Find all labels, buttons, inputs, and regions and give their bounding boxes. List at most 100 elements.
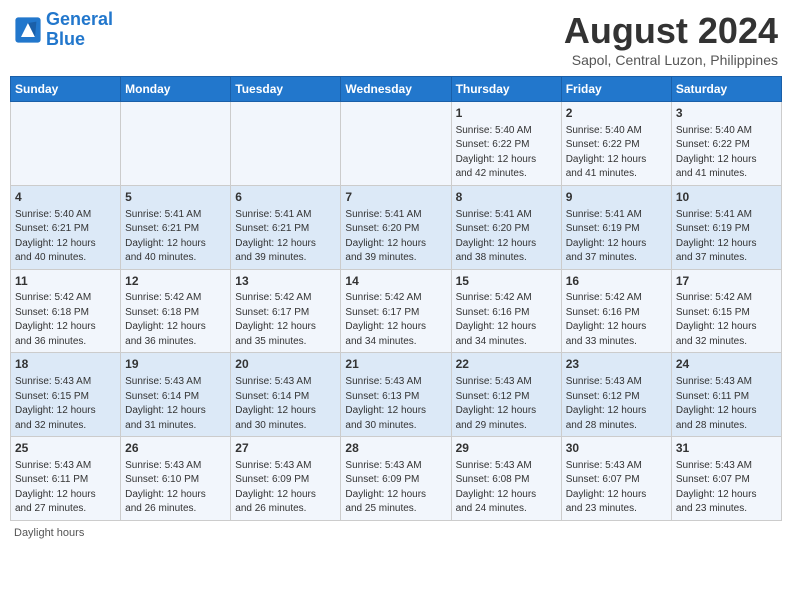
calendar-cell: 4 Sunrise: 5:40 AM Sunset: 6:21 PM Daylig… <box>11 185 121 269</box>
calendar-cell: 14Sunrise: 5:42 AM Sunset: 6:17 PM Dayli… <box>341 269 451 353</box>
day-number: 4 <box>15 189 116 206</box>
footer: Daylight hours <box>10 527 782 539</box>
calendar-cell <box>11 102 121 186</box>
main-title: August 2024 <box>564 10 778 52</box>
logo-line1: General <box>46 9 113 29</box>
day-number: 12 <box>125 273 226 290</box>
calendar-cell: 31 Sunrise: 5:43 AM Sunset: 6:07 PM Dayli… <box>671 437 781 521</box>
cell-content: Sunrise: 5:42 AM Sunset: 6:18 PM Dayligh… <box>15 291 116 349</box>
subtitle: Sapol, Central Luzon, Philippines <box>564 52 778 68</box>
cell-content: Sunrise: 5:41 AM Sunset: 6:20 PM Dayligh… <box>345 208 446 266</box>
calendar-cell: 16Sunrise: 5:42 AM Sunset: 6:16 PM Dayli… <box>561 269 671 353</box>
calendar-cell: 7 Sunrise: 5:41 AM Sunset: 6:20 PM Daylig… <box>341 185 451 269</box>
cell-content: Sunrise: 5:41 AM Sunset: 6:21 PM Dayligh… <box>235 208 336 266</box>
calendar-body: 1 Sunrise: 5:40 AM Sunset: 6:22 PM Daylig… <box>11 102 782 521</box>
calendar-cell <box>231 102 341 186</box>
calendar-cell: 10Sunrise: 5:41 AM Sunset: 6:19 PM Dayli… <box>671 185 781 269</box>
calendar-cell: 30 Sunrise: 5:43 AM Sunset: 6:07 PM Dayli… <box>561 437 671 521</box>
logo: General Blue <box>14 10 113 50</box>
calendar-week-1: 1 Sunrise: 5:40 AM Sunset: 6:22 PM Daylig… <box>11 102 782 186</box>
day-number: 29 <box>456 440 557 457</box>
day-number: 23 <box>566 356 667 373</box>
day-number: 17 <box>676 273 777 290</box>
day-number: 9 <box>566 189 667 206</box>
day-number: 24 <box>676 356 777 373</box>
calendar-week-5: 25 Sunrise: 5:43 AM Sunset: 6:11 PM Dayli… <box>11 437 782 521</box>
cell-content: Sunrise: 5:43 AM Sunset: 6:07 PM Dayligh… <box>566 459 667 517</box>
calendar-cell: 13Sunrise: 5:42 AM Sunset: 6:17 PM Dayli… <box>231 269 341 353</box>
column-header-saturday: Saturday <box>671 77 781 102</box>
calendar-cell: 15Sunrise: 5:42 AM Sunset: 6:16 PM Dayli… <box>451 269 561 353</box>
cell-content: Sunrise: 5:42 AM Sunset: 6:17 PM Dayligh… <box>345 291 446 349</box>
day-number: 8 <box>456 189 557 206</box>
column-header-thursday: Thursday <box>451 77 561 102</box>
header-row: SundayMondayTuesdayWednesdayThursdayFrid… <box>11 77 782 102</box>
column-header-sunday: Sunday <box>11 77 121 102</box>
cell-content: Sunrise: 5:43 AM Sunset: 6:12 PM Dayligh… <box>566 375 667 433</box>
column-header-monday: Monday <box>121 77 231 102</box>
day-number: 27 <box>235 440 336 457</box>
cell-content: Sunrise: 5:42 AM Sunset: 6:17 PM Dayligh… <box>235 291 336 349</box>
cell-content: Sunrise: 5:41 AM Sunset: 6:19 PM Dayligh… <box>566 208 667 266</box>
calendar-cell: 1 Sunrise: 5:40 AM Sunset: 6:22 PM Daylig… <box>451 102 561 186</box>
calendar-header: SundayMondayTuesdayWednesdayThursdayFrid… <box>11 77 782 102</box>
calendar-week-2: 4 Sunrise: 5:40 AM Sunset: 6:21 PM Daylig… <box>11 185 782 269</box>
calendar-cell: 23 Sunrise: 5:43 AM Sunset: 6:12 PM Dayli… <box>561 353 671 437</box>
cell-content: Sunrise: 5:43 AM Sunset: 6:15 PM Dayligh… <box>15 375 116 433</box>
cell-content: Sunrise: 5:40 AM Sunset: 6:21 PM Dayligh… <box>15 208 116 266</box>
calendar-cell: 12Sunrise: 5:42 AM Sunset: 6:18 PM Dayli… <box>121 269 231 353</box>
cell-content: Sunrise: 5:41 AM Sunset: 6:20 PM Dayligh… <box>456 208 557 266</box>
day-number: 25 <box>15 440 116 457</box>
calendar-cell: 29 Sunrise: 5:43 AM Sunset: 6:08 PM Dayli… <box>451 437 561 521</box>
cell-content: Sunrise: 5:42 AM Sunset: 6:16 PM Dayligh… <box>566 291 667 349</box>
calendar-cell: 11Sunrise: 5:42 AM Sunset: 6:18 PM Dayli… <box>11 269 121 353</box>
calendar-cell: 18Sunrise: 5:43 AM Sunset: 6:15 PM Dayli… <box>11 353 121 437</box>
cell-content: Sunrise: 5:43 AM Sunset: 6:14 PM Dayligh… <box>235 375 336 433</box>
cell-content: Sunrise: 5:43 AM Sunset: 6:10 PM Dayligh… <box>125 459 226 517</box>
day-number: 10 <box>676 189 777 206</box>
day-number: 31 <box>676 440 777 457</box>
cell-content: Sunrise: 5:43 AM Sunset: 6:12 PM Dayligh… <box>456 375 557 433</box>
day-number: 20 <box>235 356 336 373</box>
day-number: 15 <box>456 273 557 290</box>
footer-text: Daylight hours <box>14 527 84 539</box>
cell-content: Sunrise: 5:41 AM Sunset: 6:21 PM Dayligh… <box>125 208 226 266</box>
cell-content: Sunrise: 5:43 AM Sunset: 6:11 PM Dayligh… <box>15 459 116 517</box>
cell-content: Sunrise: 5:42 AM Sunset: 6:18 PM Dayligh… <box>125 291 226 349</box>
column-header-friday: Friday <box>561 77 671 102</box>
calendar-cell: 9 Sunrise: 5:41 AM Sunset: 6:19 PM Daylig… <box>561 185 671 269</box>
cell-content: Sunrise: 5:43 AM Sunset: 6:08 PM Dayligh… <box>456 459 557 517</box>
calendar-week-3: 11Sunrise: 5:42 AM Sunset: 6:18 PM Dayli… <box>11 269 782 353</box>
title-block: August 2024 Sapol, Central Luzon, Philip… <box>564 10 778 68</box>
cell-content: Sunrise: 5:40 AM Sunset: 6:22 PM Dayligh… <box>456 124 557 182</box>
calendar-cell: 22 Sunrise: 5:43 AM Sunset: 6:12 PM Dayli… <box>451 353 561 437</box>
calendar-cell: 26 Sunrise: 5:43 AM Sunset: 6:10 PM Dayli… <box>121 437 231 521</box>
calendar-cell: 17Sunrise: 5:42 AM Sunset: 6:15 PM Dayli… <box>671 269 781 353</box>
calendar-cell: 2 Sunrise: 5:40 AM Sunset: 6:22 PM Daylig… <box>561 102 671 186</box>
day-number: 7 <box>345 189 446 206</box>
cell-content: Sunrise: 5:43 AM Sunset: 6:09 PM Dayligh… <box>235 459 336 517</box>
calendar-cell: 28 Sunrise: 5:43 AM Sunset: 6:09 PM Dayli… <box>341 437 451 521</box>
cell-content: Sunrise: 5:42 AM Sunset: 6:16 PM Dayligh… <box>456 291 557 349</box>
day-number: 2 <box>566 105 667 122</box>
day-number: 19 <box>125 356 226 373</box>
cell-content: Sunrise: 5:40 AM Sunset: 6:22 PM Dayligh… <box>566 124 667 182</box>
day-number: 26 <box>125 440 226 457</box>
cell-content: Sunrise: 5:43 AM Sunset: 6:09 PM Dayligh… <box>345 459 446 517</box>
day-number: 14 <box>345 273 446 290</box>
logo-line2: Blue <box>46 29 85 49</box>
calendar-cell: 24Sunrise: 5:43 AM Sunset: 6:11 PM Dayli… <box>671 353 781 437</box>
day-number: 1 <box>456 105 557 122</box>
day-number: 22 <box>456 356 557 373</box>
calendar-table: SundayMondayTuesdayWednesdayThursdayFrid… <box>10 76 782 521</box>
day-number: 21 <box>345 356 446 373</box>
day-number: 13 <box>235 273 336 290</box>
day-number: 5 <box>125 189 226 206</box>
cell-content: Sunrise: 5:42 AM Sunset: 6:15 PM Dayligh… <box>676 291 777 349</box>
day-number: 28 <box>345 440 446 457</box>
calendar-cell: 19Sunrise: 5:43 AM Sunset: 6:14 PM Dayli… <box>121 353 231 437</box>
column-header-tuesday: Tuesday <box>231 77 341 102</box>
cell-content: Sunrise: 5:43 AM Sunset: 6:07 PM Dayligh… <box>676 459 777 517</box>
calendar-cell: 25 Sunrise: 5:43 AM Sunset: 6:11 PM Dayli… <box>11 437 121 521</box>
day-number: 30 <box>566 440 667 457</box>
